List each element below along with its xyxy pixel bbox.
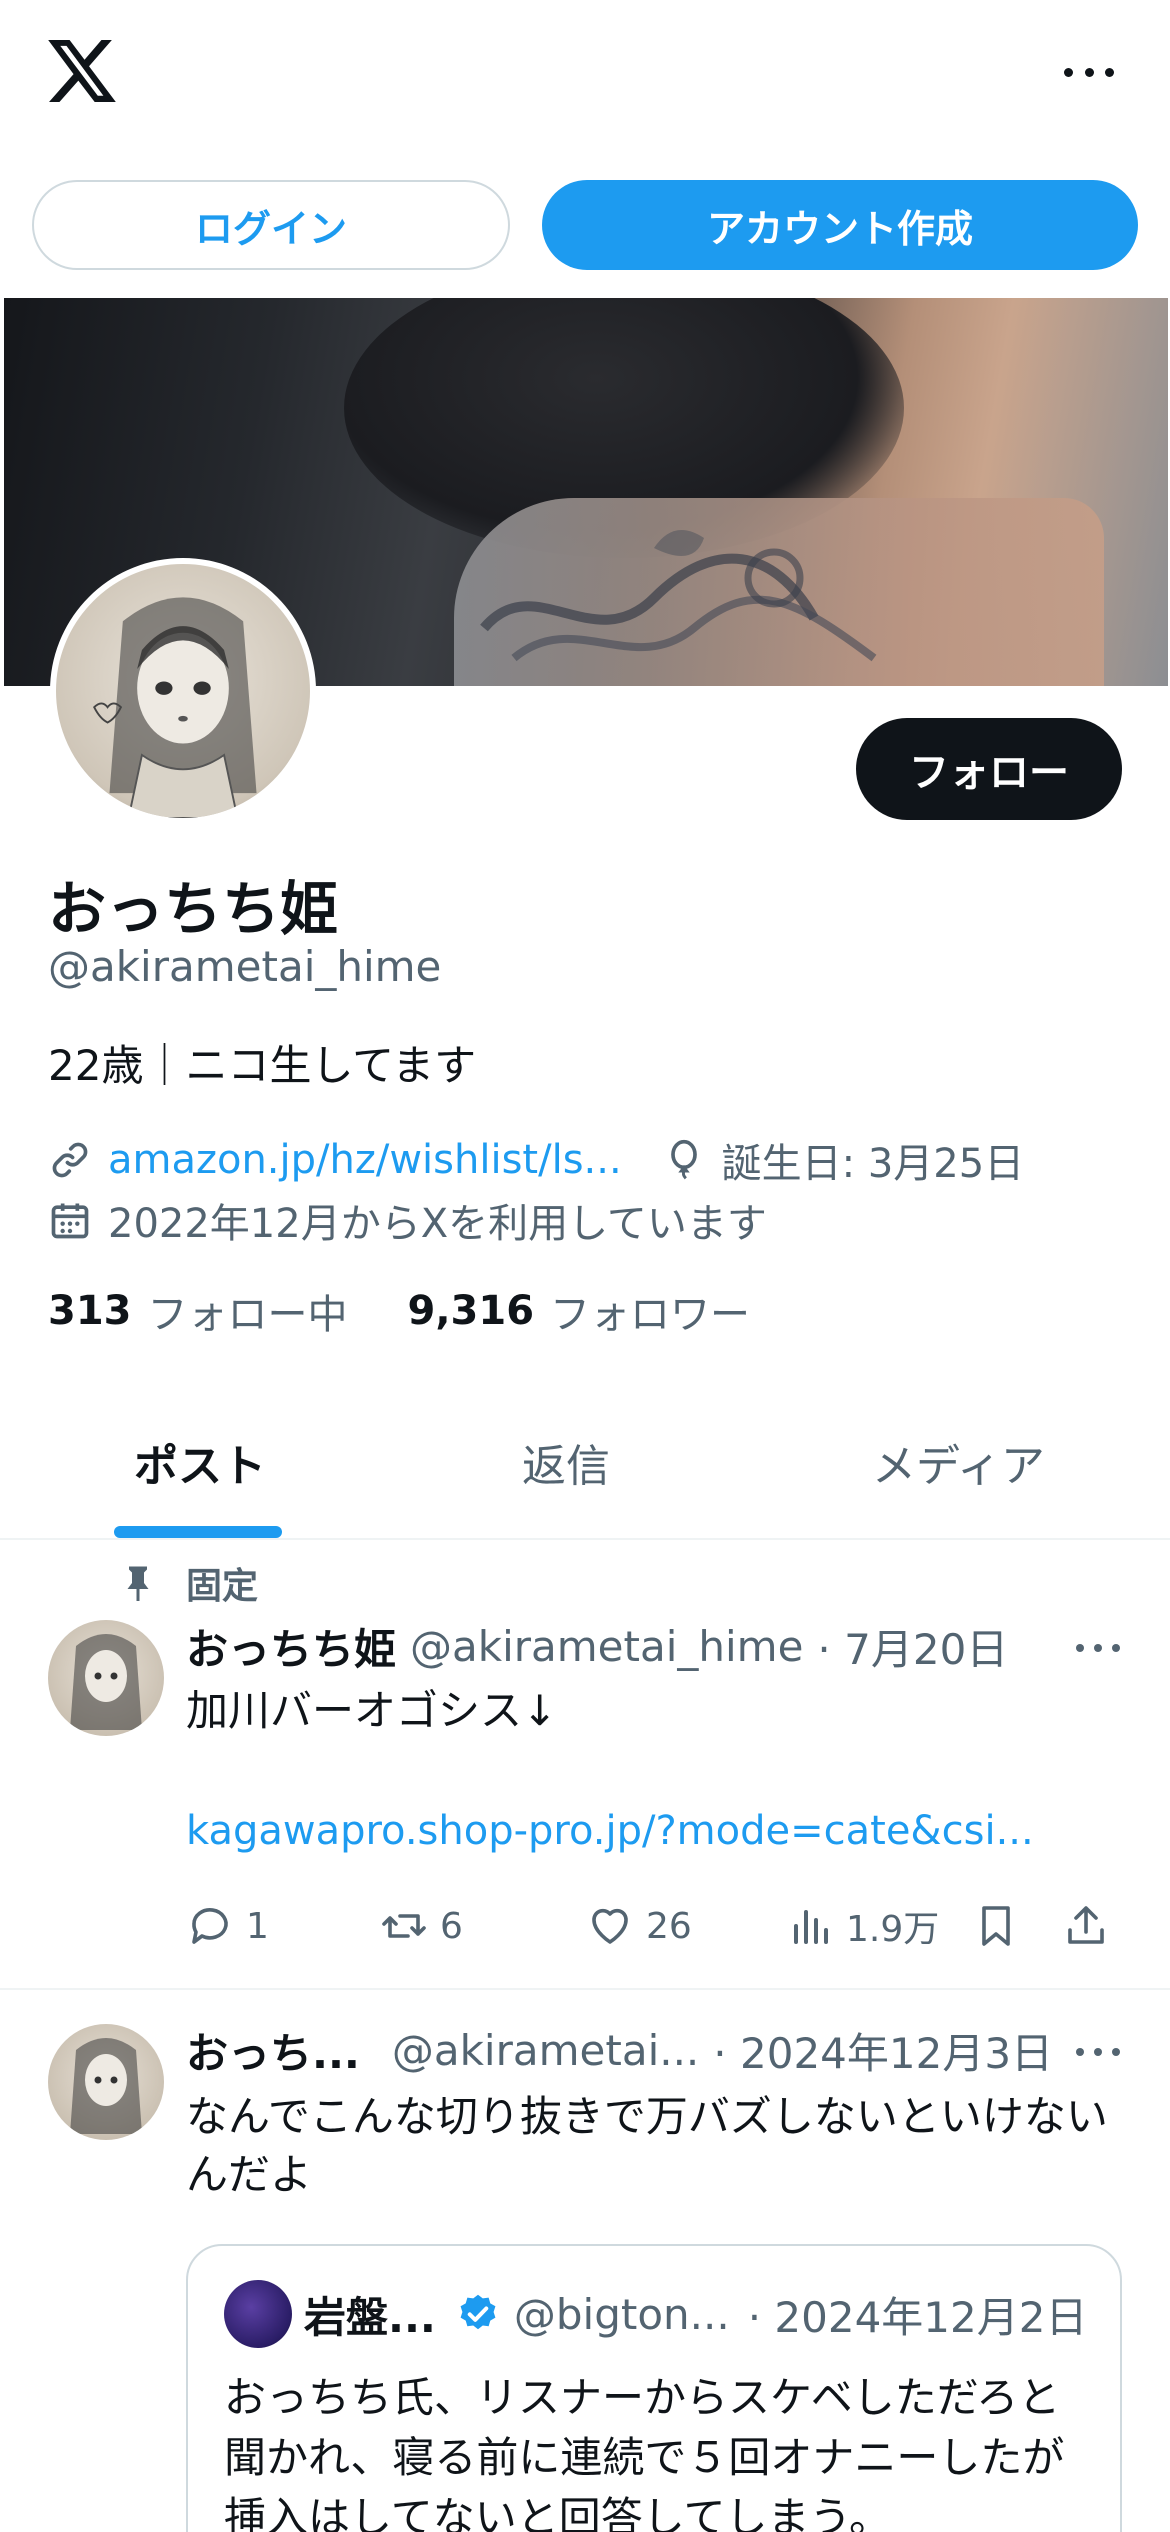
- x-logo-icon[interactable]: [48, 40, 116, 102]
- following-label[interactable]: フォロー中: [148, 1282, 348, 1340]
- post-header: おっちち姫 @akirametai_hime · 7月20日: [186, 1616, 1008, 1676]
- post-header: おっち... @akirametai... · 2024年12月3日: [186, 2020, 1053, 2080]
- pin-icon: [127, 1566, 149, 1601]
- profile-bio: 22歳｜ニコ生してます: [48, 1041, 477, 1090]
- repost-button[interactable]: 6: [380, 1896, 463, 1956]
- quoted-post-text: おっちち氏、リスナーからスケベしただろと 聞かれ、寝る前に連続で５回オナニーした…: [224, 2373, 1065, 2532]
- bookmark-icon: [982, 1906, 1010, 1946]
- post-text: なんでこんな切り抜きで万バズしないといけない んだよ: [186, 2092, 1108, 2199]
- profile-joined-text: 2022年12月からXを利用しています: [108, 1201, 767, 1247]
- post-author-name[interactable]: おっちち姫: [186, 1616, 396, 1677]
- follow-counts: 313 フォロー中 9,316 フォロワー: [48, 1282, 810, 1340]
- more-options-icon[interactable]: [1064, 52, 1114, 92]
- repost-icon: [382, 1914, 426, 1938]
- tab-media[interactable]: メディア: [872, 1430, 1045, 1494]
- heart-icon: [592, 1908, 628, 1944]
- calendar-icon: [51, 1203, 89, 1239]
- reply-button[interactable]: 1: [186, 1896, 269, 1956]
- login-button[interactable]: ログイン: [32, 180, 510, 270]
- post-more-icon[interactable]: [1076, 2042, 1120, 2062]
- share-button[interactable]: [1062, 1896, 1122, 1956]
- profile-tabs: ポスト 返信 メディア: [0, 1400, 1170, 1540]
- post-text: 加川バーオゴシス↓: [186, 1686, 558, 1735]
- post-date[interactable]: · 7月20日: [817, 1616, 1008, 1677]
- profile-display-name: おっちち姫: [48, 875, 339, 943]
- post-date[interactable]: · 2024年12月3日: [713, 2020, 1053, 2081]
- followers-label[interactable]: フォロワー: [550, 1282, 750, 1340]
- like-button[interactable]: 26: [586, 1896, 692, 1956]
- followers-count[interactable]: 9,316: [408, 1288, 535, 1334]
- post-divider: [0, 1988, 1170, 1990]
- analytics-icon: [794, 1910, 828, 1944]
- views-button[interactable]: 1.9万: [786, 1896, 939, 1956]
- follow-button[interactable]: フォロー: [856, 718, 1122, 820]
- quoted-post-header: 岩盤... @bigton... · 2024年12月2日: [304, 2284, 1087, 2344]
- profile-joined-row: 2022年12月からXを利用しています: [48, 1192, 767, 1248]
- reply-icon: [192, 1908, 228, 1944]
- post-author-handle[interactable]: @akirametai_hime: [410, 1622, 803, 1671]
- share-icon: [1068, 1906, 1104, 1944]
- profile-meta-row: amazon.jp/hz/wishlist/ls... 誕生日: 3月25日: [48, 1132, 1024, 1188]
- balloon-icon: [670, 1139, 697, 1180]
- tab-replies[interactable]: 返信: [522, 1430, 610, 1494]
- following-count[interactable]: 313: [48, 1288, 132, 1334]
- profile-website-link[interactable]: amazon.jp/hz/wishlist/ls...: [108, 1137, 622, 1183]
- post-link[interactable]: kagawapro.shop-pro.jp/?mode=cate&csi...: [186, 1808, 1034, 1854]
- post-author-handle[interactable]: @akirametai...: [392, 2026, 699, 2075]
- post-more-icon[interactable]: [1076, 1638, 1120, 1658]
- profile-birthday: 誕生日: 3月25日: [662, 1131, 1025, 1189]
- top-bar: [0, 0, 1170, 150]
- quoted-post-avatar[interactable]: [224, 2280, 292, 2348]
- post-author-name[interactable]: おっち...: [186, 2020, 360, 2081]
- quoted-post-date: · 2024年12月2日: [747, 2292, 1088, 2342]
- post-avatar[interactable]: [48, 2024, 164, 2140]
- quoted-author-name: 岩盤...: [304, 2292, 436, 2342]
- quoted-post[interactable]: 岩盤... @bigton... · 2024年12月2日 おっちち氏、リスナー…: [186, 2244, 1122, 2532]
- active-tab-indicator: [114, 1526, 282, 1538]
- pinned-label: 固定: [186, 1566, 259, 1607]
- profile-birthday-text: 誕生日: 3月25日: [721, 1141, 1025, 1187]
- tattoo-artwork: [480, 530, 877, 662]
- verified-badge-icon: [460, 2294, 496, 2330]
- create-account-button[interactable]: アカウント作成: [542, 180, 1138, 270]
- tab-posts[interactable]: ポスト: [134, 1430, 266, 1494]
- post-avatar[interactable]: [48, 1620, 164, 1736]
- bookmark-button[interactable]: [972, 1896, 1032, 1956]
- profile-avatar[interactable]: [50, 558, 316, 824]
- post-actions: 1 6 26 1.9万: [186, 1896, 1146, 1956]
- quoted-author-handle: @bigton...: [513, 2289, 730, 2339]
- pinned-indicator: 固定: [120, 1560, 259, 1607]
- link-icon: [52, 1142, 88, 1178]
- profile-handle: @akirametai_hime: [48, 942, 442, 991]
